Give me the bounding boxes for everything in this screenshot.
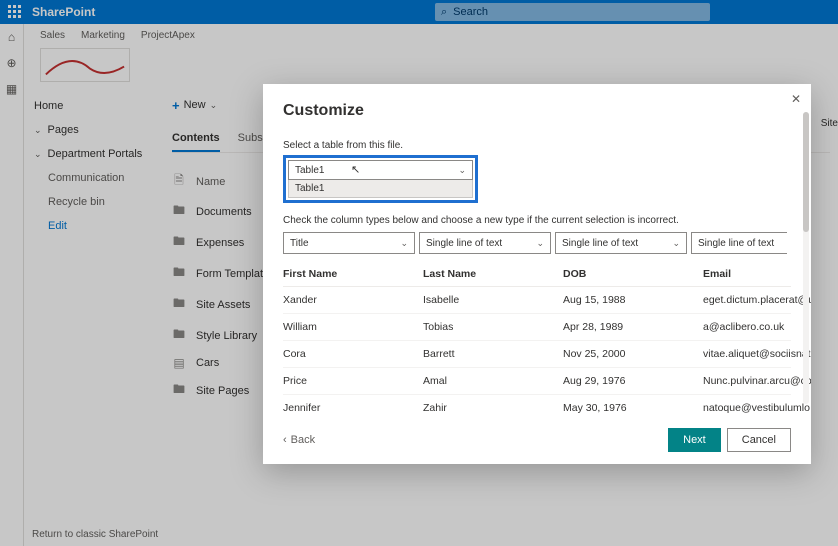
- table-option[interactable]: Table1: [288, 180, 473, 198]
- table-row: XanderIsabelleAug 15, 1988eget.dictum.pl…: [283, 287, 791, 314]
- table-row: PriceAmalAug 29, 1976Nunc.pulvinar.arcu@…: [283, 368, 791, 395]
- table-select-highlight: Table1 ↖ ⌄ Table1: [283, 155, 478, 203]
- dialog-title: Customize: [283, 102, 791, 120]
- col-header-lastname: Last Name: [423, 268, 563, 280]
- close-icon[interactable]: ✕: [791, 92, 801, 106]
- col-header-firstname: First Name: [283, 268, 423, 280]
- table-row: WilliamTobiasApr 28, 1989a@aclibero.co.u…: [283, 314, 791, 341]
- chevron-down-icon: ⌄: [458, 165, 466, 176]
- table-row: CoraBarrettNov 25, 2000vitae.aliquet@soc…: [283, 341, 791, 368]
- dialog-scrollbar[interactable]: [803, 112, 809, 404]
- chevron-down-icon: ⌄: [672, 238, 680, 249]
- table-header-row: First Name Last Name DOB Email: [283, 262, 791, 287]
- dialog-footer: ‹ Back Next Cancel: [263, 416, 811, 464]
- table-select-value: Table1: [295, 165, 324, 176]
- back-button[interactable]: ‹ Back: [283, 434, 315, 446]
- column-type-select[interactable]: Single line of text⌄: [555, 232, 687, 254]
- table-select[interactable]: Table1 ↖ ⌄: [288, 160, 473, 180]
- chevron-down-icon: ⌄: [536, 238, 544, 249]
- column-type-row: Title⌄ Single line of text⌄ Single line …: [283, 232, 791, 254]
- preview-table: First Name Last Name DOB Email XanderIsa…: [283, 262, 791, 416]
- chevron-down-icon: ⌄: [400, 238, 408, 249]
- table-row: JenniferZahirMay 30, 1976natoque@vestibu…: [283, 395, 791, 416]
- cancel-button[interactable]: Cancel: [727, 428, 791, 452]
- column-type-instruction: Check the column types below and choose …: [283, 215, 791, 226]
- chevron-left-icon: ‹: [283, 434, 287, 446]
- column-type-select[interactable]: Title⌄: [283, 232, 415, 254]
- cursor-icon: ↖: [351, 163, 360, 176]
- customize-dialog: ✕ Customize Select a table from this fil…: [263, 84, 811, 464]
- column-type-select[interactable]: Single line of text⌄: [419, 232, 551, 254]
- col-header-email: Email: [703, 268, 811, 280]
- col-header-dob: DOB: [563, 268, 703, 280]
- select-table-label: Select a table from this file.: [283, 140, 791, 151]
- next-button[interactable]: Next: [668, 428, 721, 452]
- column-type-select[interactable]: Single line of text: [691, 232, 787, 254]
